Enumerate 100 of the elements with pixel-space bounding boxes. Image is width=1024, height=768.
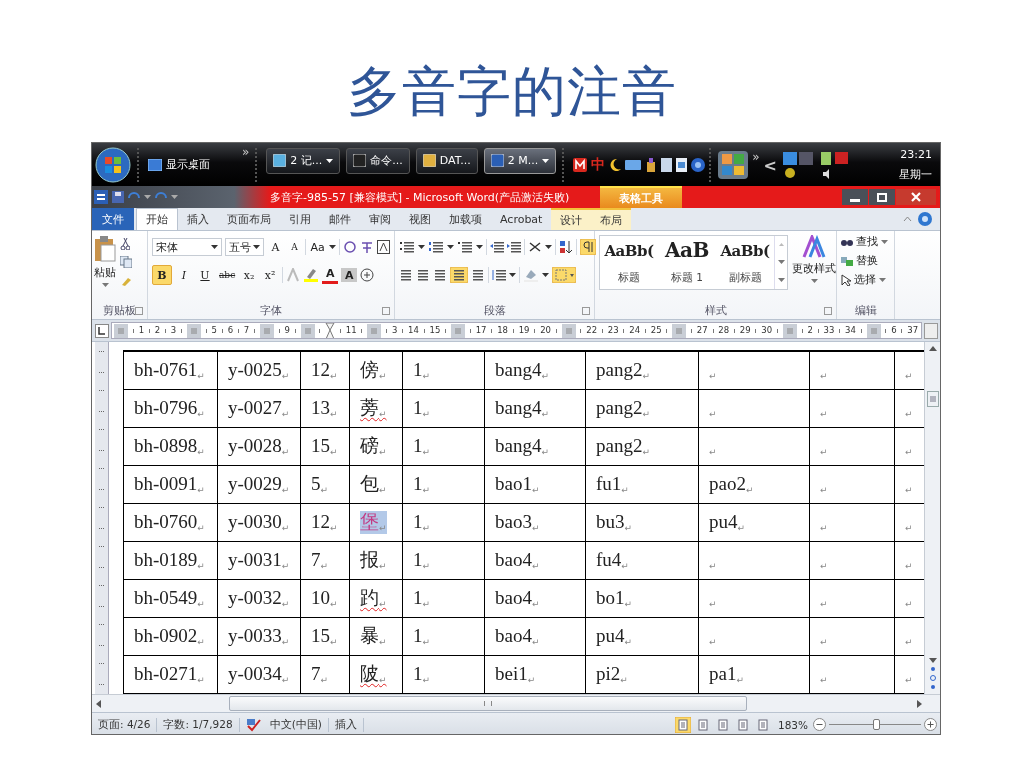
font-color-button[interactable]: A [322,266,339,284]
ribbon-tab[interactable]: 设计 [551,208,592,230]
ribbon-tab[interactable]: 邮件 [320,208,360,230]
dialog-launcher-icon[interactable] [824,307,832,315]
column-marker[interactable] [259,323,274,338]
zoom-in-button[interactable] [924,718,937,731]
ribbon-tab[interactable]: 布局 [591,208,632,230]
restore-button[interactable] [869,189,895,205]
taskbar-button[interactable]: 2 M... [483,147,557,174]
format-button[interactable]: x₂ [240,266,259,284]
style-preview[interactable]: AaB [665,238,709,262]
shrink-font-button[interactable]: A [286,238,303,256]
browse-down-icon[interactable] [929,684,936,690]
help-icon[interactable] [691,157,706,172]
dialog-launcher-icon[interactable] [582,307,590,315]
change-case-button[interactable]: Aa [309,238,326,256]
scroll-left-icon[interactable] [96,699,101,708]
browse-up-icon[interactable] [929,666,936,672]
view-ruler-icon[interactable] [924,322,938,339]
insert-mode[interactable]: 插入 [328,717,364,732]
distribute-icon[interactable] [471,269,485,281]
scroll-up-icon[interactable] [928,346,937,351]
zoom-slider[interactable] [829,718,921,731]
overflow-chevron[interactable]: » [242,145,250,159]
close-button[interactable] [896,189,936,205]
font-size-field[interactable]: 五号 [224,238,265,256]
show-desktop-link[interactable]: 显示桌面 [166,157,210,172]
enclose-icon[interactable] [360,268,375,282]
change-styles-icon[interactable] [802,235,826,259]
start-button[interactable] [95,146,131,183]
show-hidden-icons-button[interactable]: < [763,156,777,175]
format-button[interactable]: B [152,265,172,285]
proofing-icon[interactable] [245,717,262,732]
column-marker[interactable] [561,323,576,338]
align-right-icon[interactable] [433,269,447,281]
minimize-button[interactable] [842,189,868,205]
decrease-indent-icon[interactable] [490,241,504,253]
app-icon[interactable] [718,150,749,179]
style-preview[interactable]: AaBb( [604,242,654,260]
phonetic-guide-icon[interactable] [343,240,357,254]
column-marker[interactable] [451,323,465,338]
justify-icon[interactable] [450,267,468,283]
column-marker[interactable] [114,323,128,338]
taskbar-button[interactable]: 命令... [346,147,410,174]
column-marker[interactable] [367,323,382,338]
language-indicator[interactable]: 中文(中国) [263,717,329,732]
copy-icon[interactable] [120,256,132,268]
format-button[interactable]: I [175,266,193,284]
numbering-icon[interactable] [428,241,444,253]
column-marker[interactable] [866,323,881,338]
column-marker[interactable] [672,323,687,338]
clock-time[interactable]: 23:21 [900,147,932,161]
border-box-icon[interactable] [377,240,390,254]
sort-icon[interactable] [559,240,573,254]
word-count[interactable]: 字数: 1/7,928 [157,717,240,732]
select-button[interactable]: 选择 [854,272,876,287]
format-button[interactable]: abc [217,266,238,284]
taskbar-button[interactable]: DAT... [415,147,478,174]
ribbon-tab[interactable]: 页面布局 [218,208,280,230]
clock-day[interactable]: 星期一 [899,166,932,182]
column-marker[interactable] [300,323,315,338]
paragraph-mark-icon[interactable] [580,239,596,255]
ribbon-tab[interactable]: 开始 [136,208,178,230]
ribbon-tab[interactable]: 视图 [400,208,440,230]
ribbon-tab[interactable]: 审阅 [360,208,400,230]
column-marker[interactable] [782,323,797,338]
font-name-field[interactable]: 宋体 [152,238,222,256]
character-icon[interactable] [360,240,374,254]
browse-object-icon[interactable] [929,675,936,681]
highlighter-icon[interactable] [303,268,320,282]
increase-indent-icon[interactable] [507,241,521,253]
scroll-down-icon[interactable] [928,658,937,663]
line-spacing-icon[interactable] [492,269,506,281]
ribbon-tab[interactable]: 文件 [92,208,134,230]
ribbon-tab[interactable]: 加载项 [440,208,491,230]
dialog-launcher-icon[interactable] [382,307,390,315]
indent-marker[interactable] [325,323,336,338]
character-shading-button[interactable]: A [341,268,358,282]
ribbon-tab[interactable]: 引用 [280,208,320,230]
tab-selector[interactable] [95,323,109,338]
scissors-icon[interactable] [120,238,130,250]
ribbon-tab[interactable]: Acrobat [491,208,552,230]
format-button[interactable]: x² [261,266,280,284]
zoom-level[interactable]: 183% [777,718,808,731]
change-styles-button[interactable]: 更改样式 [792,262,836,276]
view-button[interactable] [674,716,691,733]
tray-overflow-chevron[interactable]: » [752,149,760,164]
zoom-out-button[interactable] [813,718,826,731]
save-icon[interactable] [112,191,124,203]
format-button[interactable]: U [196,266,214,284]
column-marker[interactable] [186,323,201,338]
asian-layout-icon[interactable] [528,241,542,253]
style-name[interactable]: 标题 1 [671,271,703,285]
multilevel-list-icon[interactable] [457,241,473,253]
bullets-icon[interactable] [399,241,415,253]
scroll-right-icon[interactable] [917,699,922,708]
replace-button[interactable]: 替换 [856,253,878,268]
ime-mode[interactable]: 中 [591,155,606,174]
minimize-ribbon-icon[interactable] [903,216,912,222]
paste-button[interactable]: 粘贴 [94,265,116,280]
